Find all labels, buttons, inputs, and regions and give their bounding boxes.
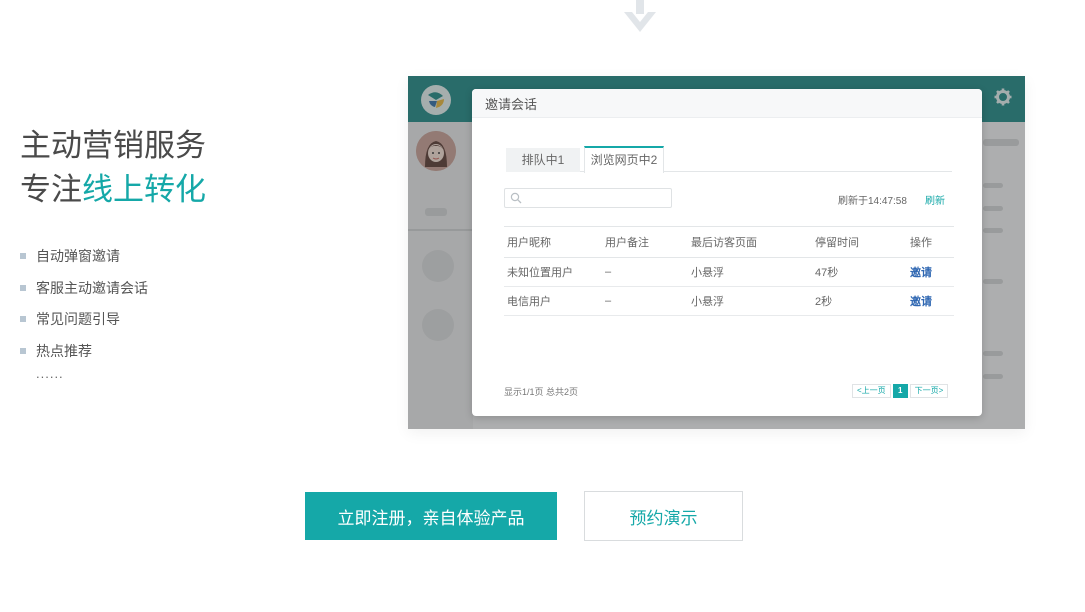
feature-more: ...... xyxy=(36,366,64,381)
bullet-icon xyxy=(20,252,26,259)
cell-duration: 2秒 xyxy=(812,286,907,316)
hero-title: 主动营销服务 专注线上转化 xyxy=(20,124,206,212)
arrow-down-icon xyxy=(624,0,656,32)
table-row: 电信用户 – 小悬浮 2秒 邀请 xyxy=(504,286,954,316)
page-info: 显示1/1页 总共2页 xyxy=(504,387,579,397)
invite-button[interactable]: 邀请 xyxy=(907,286,954,316)
column-header: 用户昵称 xyxy=(504,226,602,258)
feature-item: 客服主动邀请会话 xyxy=(20,272,148,304)
cell-note: – xyxy=(602,257,688,287)
feature-item: 常见问题引导 xyxy=(20,303,148,335)
column-header: 操作 xyxy=(907,226,954,258)
prev-page-button[interactable]: <上一页 xyxy=(852,384,891,398)
cell-last-page: 小悬浮 xyxy=(688,286,812,316)
bullet-icon xyxy=(20,284,26,291)
column-header: 停留时间 xyxy=(812,226,907,258)
table-header-row: 用户昵称 用户备注 最后访客页面 停留时间 操作 xyxy=(504,226,954,258)
next-page-button[interactable]: 下一页> xyxy=(909,384,949,398)
feature-list: 自动弹窗邀请 客服主动邀请会话 常见问题引导 热点推荐 xyxy=(20,240,148,367)
bullet-icon xyxy=(20,316,26,323)
cell-nickname: 电信用户 xyxy=(504,286,602,316)
search-input[interactable] xyxy=(504,188,672,208)
pagination: <上一页 1 下一页> xyxy=(852,384,949,398)
refresh-time: 刷新于14:47:58 xyxy=(838,196,907,207)
dialog-tabs: 排队中1 浏览网页中2 xyxy=(506,146,952,173)
hero-title-line2-accent: 线上转化 xyxy=(82,172,206,207)
column-header: 用户备注 xyxy=(602,226,688,258)
hero-title-line2-prefix: 专注 xyxy=(20,172,82,207)
refresh-button[interactable]: 刷新 xyxy=(925,192,945,207)
feature-item: 热点推荐 xyxy=(20,335,148,367)
column-header: 最后访客页面 xyxy=(688,226,812,258)
hero-title-line1: 主动营销服务 xyxy=(20,128,206,163)
dialog-header: 邀请会话 xyxy=(472,89,982,118)
tab-browsing[interactable]: 浏览网页中2 xyxy=(584,146,664,173)
register-button[interactable]: 立即注册，亲自体验产品 xyxy=(305,492,557,540)
cell-last-page: 小悬浮 xyxy=(688,257,812,287)
invite-dialog: 邀请会话 排队中1 浏览网页中2 刷新于14:47:58 刷新 用户昵称 用户备… xyxy=(472,89,982,416)
invite-button[interactable]: 邀请 xyxy=(907,257,954,287)
feature-item: 自动弹窗邀请 xyxy=(20,240,148,272)
current-page-button[interactable]: 1 xyxy=(892,384,908,398)
cell-note: – xyxy=(602,286,688,316)
table-row: 未知位置用户 – 小悬浮 47秒 邀请 xyxy=(504,257,954,287)
tab-queue[interactable]: 排队中1 xyxy=(506,148,580,172)
dialog-title: 邀请会话 xyxy=(485,96,538,112)
cell-nickname: 未知位置用户 xyxy=(504,257,602,287)
book-demo-button[interactable]: 预约演示 xyxy=(584,491,743,541)
search-icon xyxy=(510,192,522,204)
cell-duration: 47秒 xyxy=(812,257,907,287)
bullet-icon xyxy=(20,347,26,354)
visitor-table: 用户昵称 用户备注 最后访客页面 停留时间 操作 未知位置用户 – 小悬浮 47… xyxy=(504,226,954,316)
